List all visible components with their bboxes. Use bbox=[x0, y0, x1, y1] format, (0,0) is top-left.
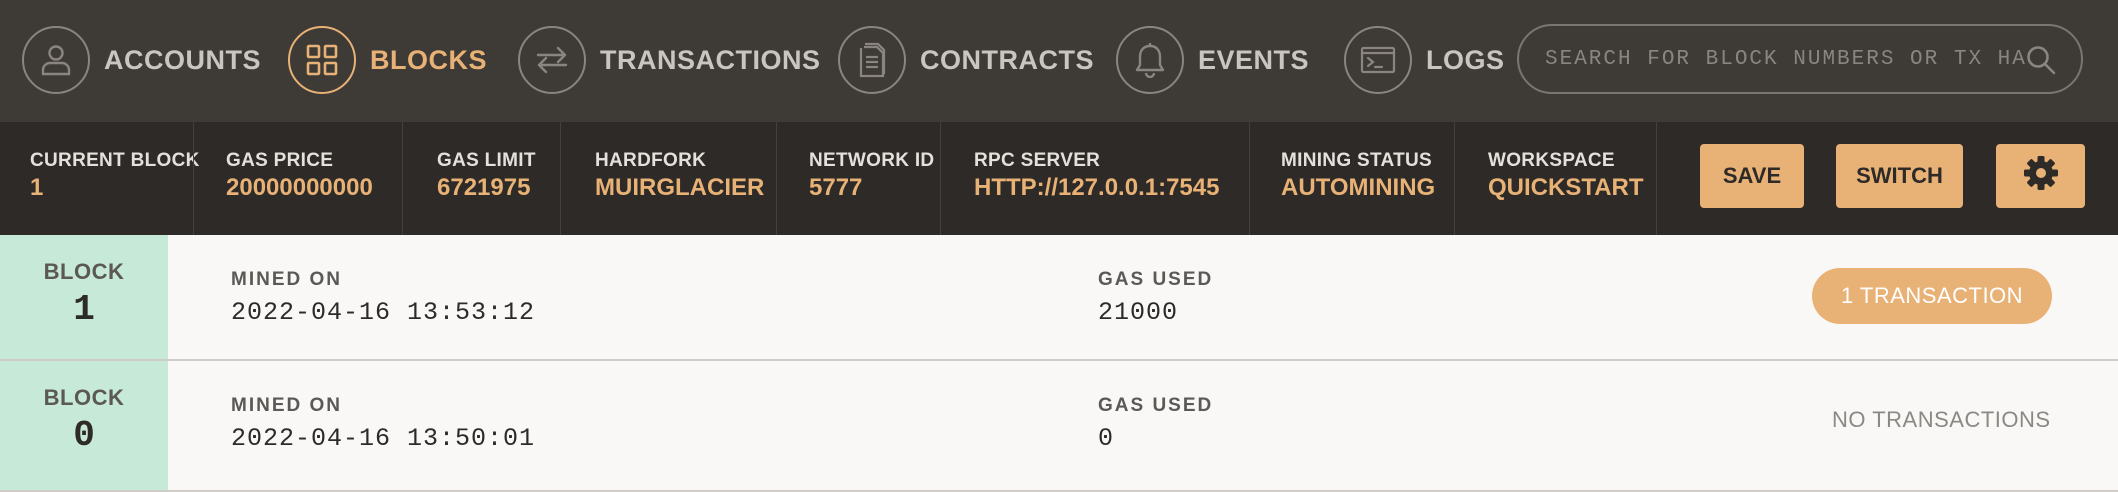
stat-hardfork: HARDFORK MUIRGLACIER bbox=[595, 150, 764, 203]
stat-divider bbox=[402, 122, 403, 235]
nav-transactions[interactable]: TRANSACTIONS bbox=[518, 24, 821, 96]
grid-icon bbox=[288, 26, 356, 94]
nav-logs[interactable]: LOGS bbox=[1344, 24, 1505, 96]
stat-hardfork-value: MUIRGLACIER bbox=[595, 174, 765, 201]
nav-events[interactable]: EVENTS bbox=[1116, 24, 1309, 96]
block-row[interactable]: BLOCK 0 MINED ON 2022-04-16 13:50:01 GAS… bbox=[0, 361, 2118, 492]
document-icon bbox=[838, 26, 906, 94]
no-transactions-label: NO TRANSACTIONS bbox=[1832, 407, 2051, 432]
stat-mining-status-label: MINING STATUS bbox=[1281, 150, 1432, 171]
nav-logs-label: LOGS bbox=[1426, 44, 1505, 75]
block-label: BLOCK bbox=[43, 385, 125, 410]
ganache-app: ACCOUNTS BLOCKS TRANSACTIONS CONTRACTS E… bbox=[0, 0, 2118, 492]
stat-gas-price-label: GAS PRICE bbox=[226, 150, 334, 171]
stat-gas-limit: GAS LIMIT 6721975 bbox=[437, 150, 536, 203]
stat-rpc-server: RPC SERVER HTTP://127.0.0.1:7545 bbox=[974, 150, 1219, 203]
gas-used-value: 21000 bbox=[1098, 298, 1179, 327]
gas-used-field: GAS USED 21000 bbox=[1098, 269, 1213, 327]
block-row[interactable]: BLOCK 1 MINED ON 2022-04-16 13:53:12 GAS… bbox=[0, 235, 2118, 361]
stat-divider bbox=[193, 122, 194, 235]
stat-current-block: CURRENT BLOCK 1 bbox=[30, 150, 200, 203]
stat-divider bbox=[1454, 122, 1455, 235]
gas-used-value: 0 bbox=[1098, 424, 1115, 453]
switch-button[interactable]: SWITCH bbox=[1836, 144, 1963, 208]
search-icon[interactable] bbox=[2025, 44, 2057, 81]
stat-gas-limit-label: GAS LIMIT bbox=[437, 150, 536, 171]
gas-used-label: GAS USED bbox=[1098, 269, 1214, 290]
search-box bbox=[1517, 24, 2083, 94]
save-button[interactable]: SAVE bbox=[1700, 144, 1804, 208]
stat-network-id: NETWORK ID 5777 bbox=[809, 150, 934, 203]
mined-on-field: MINED ON 2022-04-16 13:50:01 bbox=[231, 395, 535, 453]
mined-on-label: MINED ON bbox=[231, 395, 342, 416]
search-input[interactable] bbox=[1543, 46, 2027, 72]
stat-gas-price: GAS PRICE 20000000000 bbox=[226, 150, 373, 203]
stat-network-id-label: NETWORK ID bbox=[809, 150, 935, 171]
gas-used-field: GAS USED 0 bbox=[1098, 395, 1213, 453]
block-number-cell: BLOCK 0 bbox=[0, 361, 168, 490]
stat-current-block-value: 1 bbox=[30, 174, 44, 201]
top-nav: ACCOUNTS BLOCKS TRANSACTIONS CONTRACTS E… bbox=[0, 0, 2118, 122]
stat-gas-price-value: 20000000000 bbox=[226, 174, 373, 201]
nav-blocks-label: BLOCKS bbox=[370, 44, 487, 75]
mined-on-label: MINED ON bbox=[231, 269, 342, 290]
nav-accounts[interactable]: ACCOUNTS bbox=[22, 24, 261, 96]
mined-on-value: 2022-04-16 13:53:12 bbox=[231, 298, 536, 327]
stat-divider bbox=[560, 122, 561, 235]
block-label: BLOCK bbox=[43, 259, 125, 284]
stat-workspace: WORKSPACE QUICKSTART bbox=[1488, 150, 1644, 203]
stat-current-block-label: CURRENT BLOCK bbox=[30, 150, 200, 171]
stat-gas-limit-value: 6721975 bbox=[437, 174, 531, 201]
stat-divider bbox=[1249, 122, 1250, 235]
stat-divider bbox=[776, 122, 777, 235]
gear-icon bbox=[2021, 153, 2061, 199]
stat-workspace-label: WORKSPACE bbox=[1488, 150, 1615, 171]
block-number: 0 bbox=[73, 415, 95, 456]
settings-button[interactable] bbox=[1996, 144, 2085, 208]
stat-rpc-server-value: HTTP://127.0.0.1:7545 bbox=[974, 174, 1220, 201]
swap-arrows-icon bbox=[518, 26, 586, 94]
transaction-count-badge[interactable]: 1 TRANSACTION bbox=[1812, 268, 2052, 324]
mined-on-value: 2022-04-16 13:50:01 bbox=[231, 424, 536, 453]
mined-on-field: MINED ON 2022-04-16 13:53:12 bbox=[231, 269, 535, 327]
stat-divider bbox=[940, 122, 941, 235]
terminal-icon bbox=[1344, 26, 1412, 94]
block-list: BLOCK 1 MINED ON 2022-04-16 13:53:12 GAS… bbox=[0, 235, 2118, 492]
nav-contracts-label: CONTRACTS bbox=[920, 44, 1094, 75]
stat-divider bbox=[1656, 122, 1657, 235]
nav-events-label: EVENTS bbox=[1198, 44, 1310, 75]
nav-transactions-label: TRANSACTIONS bbox=[600, 44, 821, 75]
stat-mining-status-value: AUTOMINING bbox=[1281, 174, 1436, 201]
status-bar: CURRENT BLOCK 1 GAS PRICE 20000000000 GA… bbox=[0, 122, 2118, 235]
gas-used-label: GAS USED bbox=[1098, 395, 1214, 416]
bell-icon bbox=[1116, 26, 1184, 94]
stat-hardfork-label: HARDFORK bbox=[595, 150, 707, 171]
block-number: 1 bbox=[73, 289, 95, 330]
stat-network-id-value: 5777 bbox=[809, 174, 863, 201]
stat-workspace-value: QUICKSTART bbox=[1488, 174, 1644, 201]
stat-rpc-server-label: RPC SERVER bbox=[974, 150, 1101, 171]
block-number-cell: BLOCK 1 bbox=[0, 235, 168, 359]
stat-mining-status: MINING STATUS AUTOMINING bbox=[1281, 150, 1435, 203]
nav-accounts-label: ACCOUNTS bbox=[104, 44, 261, 75]
user-icon bbox=[22, 26, 90, 94]
nav-blocks[interactable]: BLOCKS bbox=[288, 24, 487, 96]
nav-contracts[interactable]: CONTRACTS bbox=[838, 24, 1094, 96]
